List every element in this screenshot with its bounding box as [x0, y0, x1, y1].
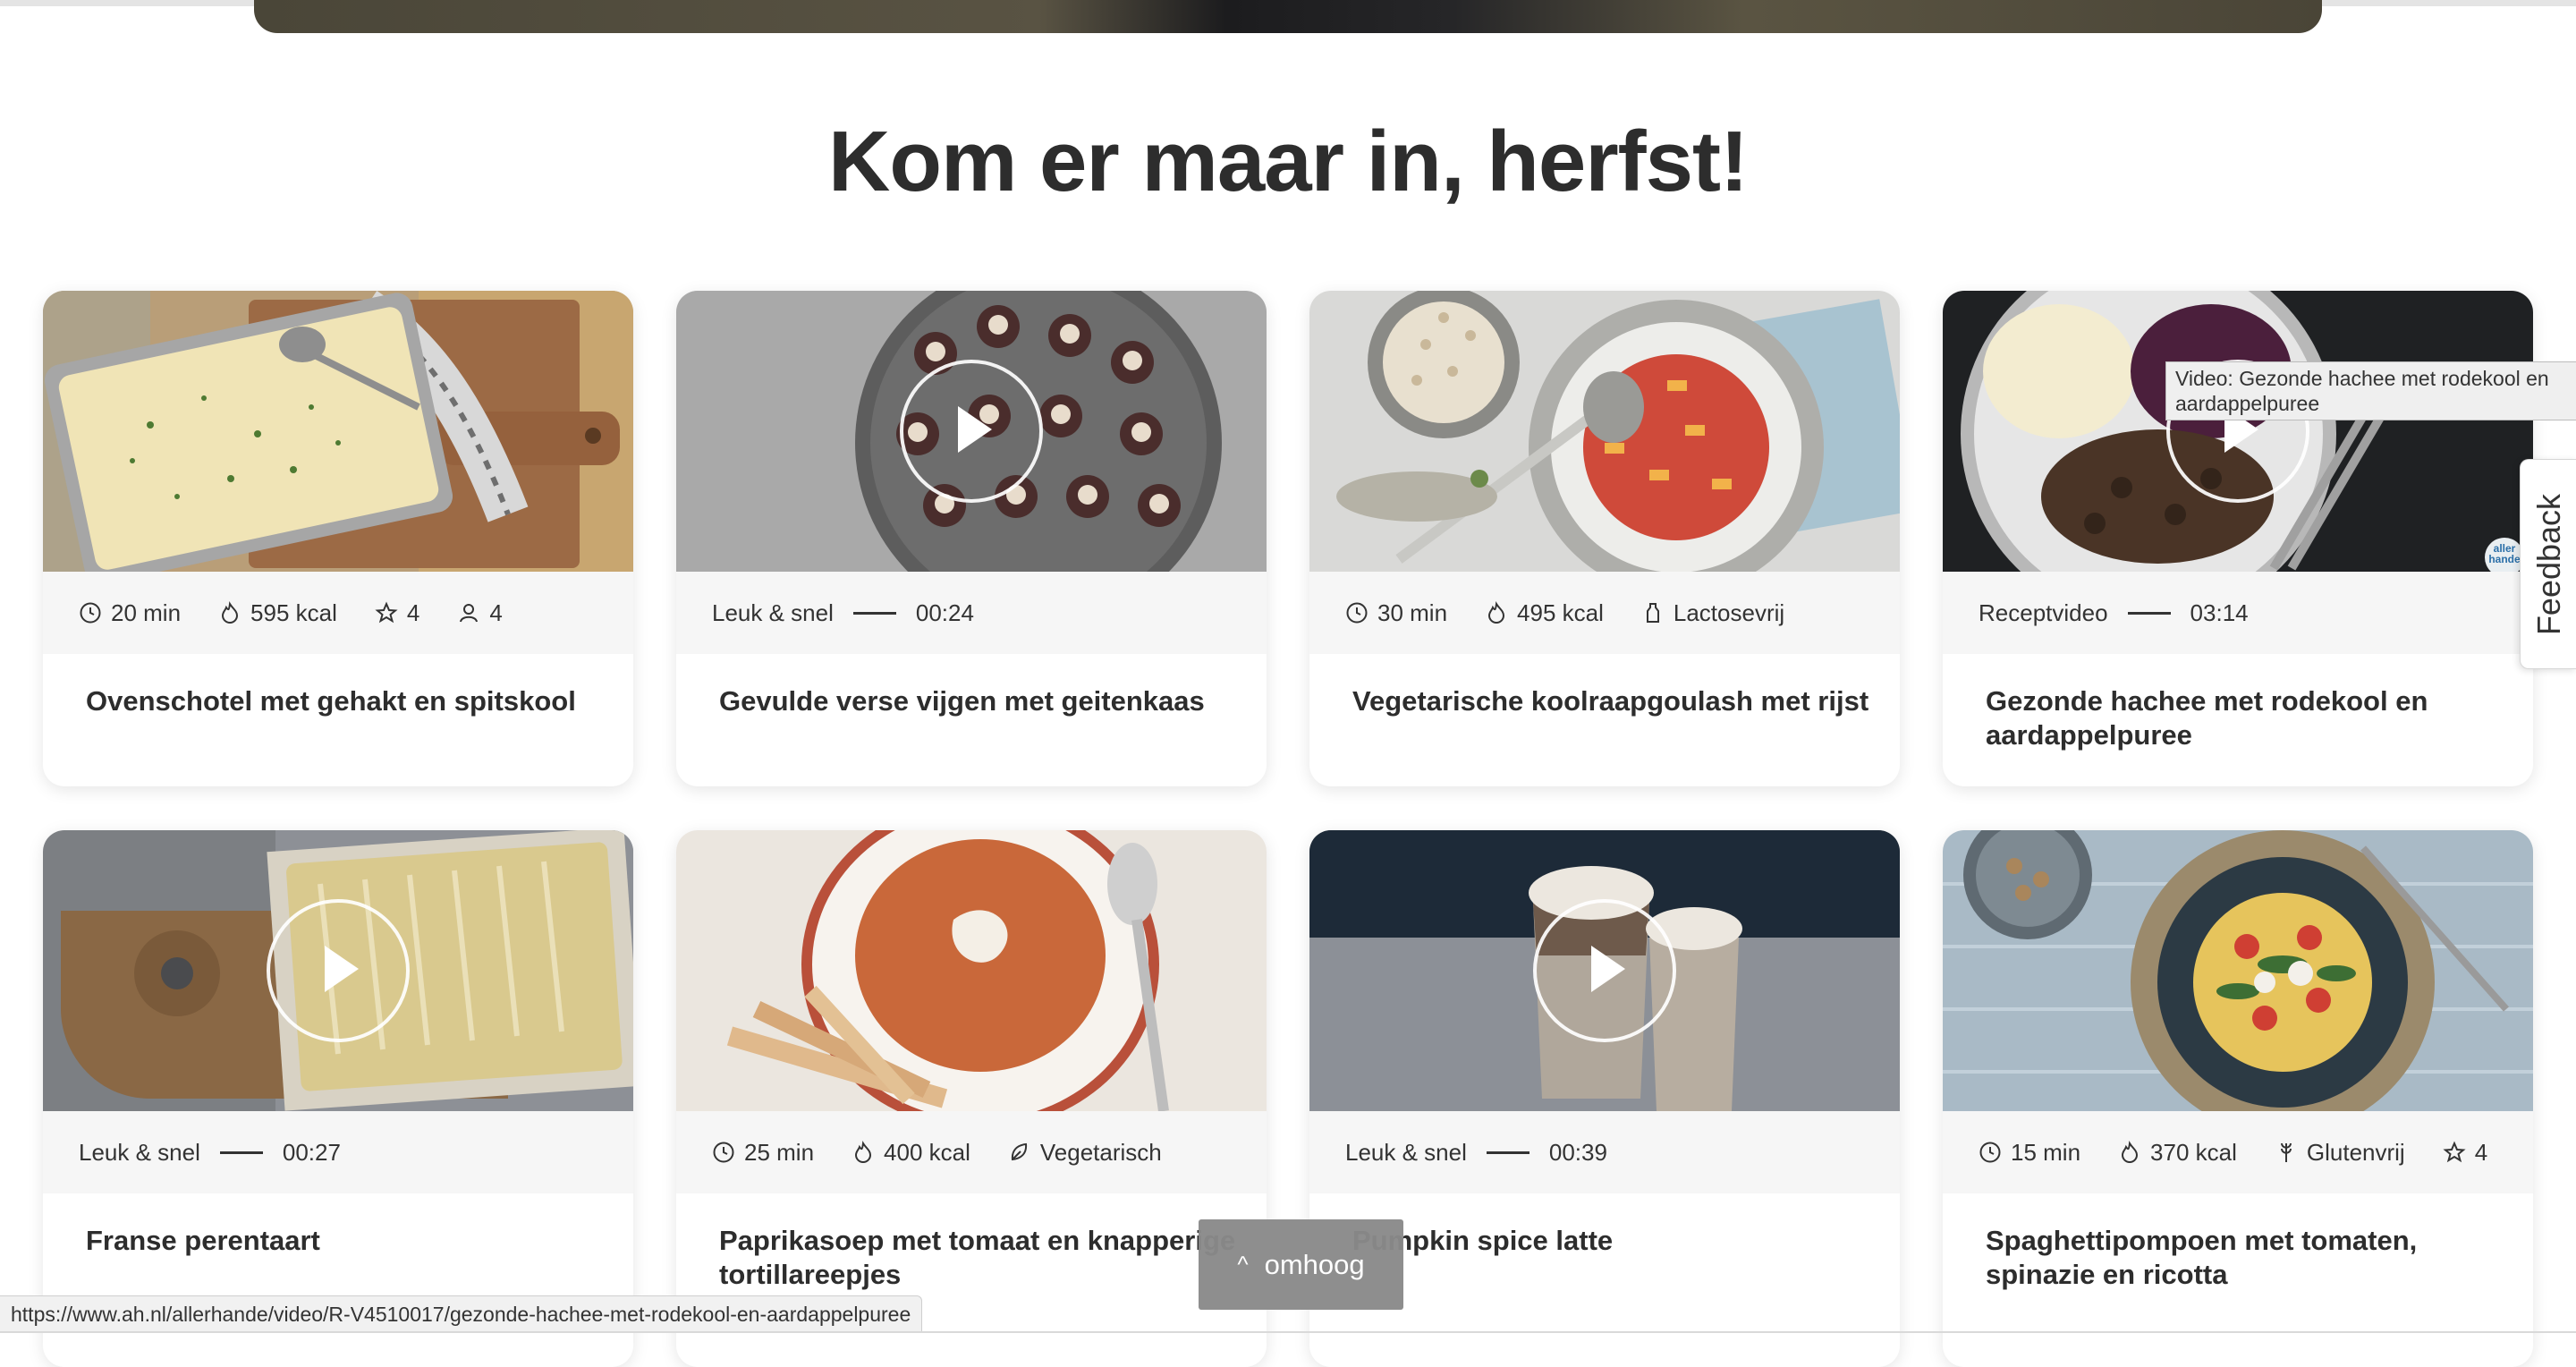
- recipe-card[interactable]: 25 min 400 kcal Vegetarisch Paprikasoep …: [676, 830, 1267, 1367]
- calories-icon: [855, 1141, 872, 1163]
- meta-diet: Glutenvrij: [2275, 1139, 2405, 1167]
- leaf-icon: [1011, 1142, 1027, 1161]
- meta-time: 15 min: [1979, 1139, 2080, 1167]
- clock-icon: [1346, 602, 1368, 624]
- recipe-title[interactable]: Gezonde hachee met rodekool en aardappel…: [1986, 684, 2504, 752]
- recipe-title[interactable]: Pumpkin spice latte: [1352, 1224, 1871, 1258]
- recipe-meta: 25 min 400 kcal Vegetarisch: [676, 1111, 1267, 1193]
- meta-rating: 4: [2443, 1139, 2487, 1167]
- recipe-title[interactable]: Paprikasoep met tomaat en knapperige tor…: [719, 1224, 1238, 1292]
- play-icon[interactable]: [1533, 899, 1676, 1042]
- video-category: Leuk & snel: [79, 1138, 200, 1166]
- recipe-image[interactable]: [676, 830, 1267, 1111]
- recipe-card[interactable]: 20 min 595 kcal 4 4 Ovenschotel met geha…: [43, 291, 633, 786]
- meta-diet: Vegetarisch: [1008, 1139, 1162, 1167]
- recipe-image[interactable]: [43, 830, 633, 1111]
- star-icon: [375, 601, 398, 624]
- video-meta: Leuk & snel 00:39: [1309, 1111, 1900, 1193]
- separator-line: [1486, 1150, 1530, 1154]
- video-duration: 00:24: [915, 599, 974, 626]
- bottle-icon: [1646, 603, 1659, 623]
- meta-calories: 595 kcal: [218, 599, 337, 627]
- recipe-image[interactable]: [1309, 830, 1900, 1111]
- separator-line: [2127, 611, 2171, 615]
- video-category: Receptvideo: [1979, 599, 2108, 626]
- recipe-card[interactable]: 15 min 370 kcal Glutenvrij 4 Spaghettipo…: [1943, 830, 2533, 1367]
- video-meta: Receptvideo 03:14: [1943, 572, 2533, 654]
- recipe-card[interactable]: Leuk & snel 00:27 Franse perentaart: [43, 830, 633, 1367]
- meta-rating: 4: [375, 599, 419, 627]
- video-meta: Leuk & snel 00:24: [676, 572, 1267, 654]
- meta-diet: Lactosevrij: [1641, 599, 1784, 627]
- clock-icon: [1979, 1142, 2001, 1163]
- status-bar-url: https://www.ah.nl/allerhande/video/R-V45…: [0, 1295, 923, 1333]
- section-headline: Kom er maar in, herfst!: [828, 114, 1749, 209]
- recipe-title[interactable]: Gevulde verse vijgen met geitenkaas: [719, 684, 1238, 718]
- video-category: Leuk & snel: [1345, 1138, 1467, 1166]
- recipe-image[interactable]: aller hande: [1943, 291, 2533, 572]
- recipe-card[interactable]: 30 min 495 kcal Lactosevrij Vegetarische…: [1309, 291, 1900, 786]
- play-icon[interactable]: [267, 899, 410, 1042]
- back-to-top-button[interactable]: ^ omhoog: [1199, 1219, 1403, 1310]
- separator-line: [219, 1150, 263, 1154]
- recipe-meta: 15 min 370 kcal Glutenvrij 4: [1943, 1111, 2533, 1193]
- meta-servings: 4: [457, 599, 503, 627]
- feedback-tab[interactable]: Feedback: [2520, 459, 2576, 669]
- clock-icon: [80, 602, 101, 624]
- video-duration: 03:14: [2190, 599, 2249, 626]
- recipe-title[interactable]: Spaghettipompoen met tomaten, spinazie e…: [1986, 1224, 2504, 1292]
- recipe-meta: 30 min 495 kcal Lactosevrij: [1309, 572, 1900, 654]
- recipe-image[interactable]: [1943, 830, 2533, 1111]
- calories-icon: [1488, 601, 1505, 624]
- hero-image-bottom[interactable]: [254, 0, 2322, 33]
- recipe-title[interactable]: Vegetarische koolraapgoulash met rijst: [1352, 684, 1871, 718]
- recipe-image[interactable]: [1309, 291, 1900, 572]
- video-meta: Leuk & snel 00:27: [43, 1111, 633, 1193]
- recipe-meta: 20 min 595 kcal 4 4: [43, 572, 633, 654]
- video-duration: 00:39: [1548, 1138, 1607, 1166]
- recipe-title[interactable]: Ovenschotel met gehakt en spitskool: [86, 684, 605, 718]
- clock-icon: [713, 1142, 734, 1163]
- calories-icon: [2122, 1141, 2139, 1163]
- meta-calories: 370 kcal: [2118, 1139, 2237, 1167]
- recipe-title[interactable]: Franse perentaart: [86, 1224, 605, 1258]
- video-category: Leuk & snel: [712, 599, 834, 626]
- meta-calories: 400 kcal: [852, 1139, 970, 1167]
- recipe-image[interactable]: [43, 291, 633, 572]
- video-duration: 00:27: [282, 1138, 341, 1166]
- separator-line: [852, 611, 896, 615]
- person-icon: [460, 604, 479, 623]
- calories-icon: [222, 601, 239, 624]
- feedback-label: Feedback: [2529, 493, 2567, 635]
- video-tooltip: Video: Gezonde hachee met rodekool en aa…: [2165, 361, 2576, 420]
- back-to-top-label: omhoog: [1264, 1248, 1365, 1280]
- recipe-card[interactable]: Leuk & snel 00:24 Gevulde verse vijgen m…: [676, 291, 1267, 786]
- meta-time: 20 min: [79, 599, 181, 627]
- meta-time: 30 min: [1345, 599, 1447, 627]
- recipe-image[interactable]: [676, 291, 1267, 572]
- star-icon: [2443, 1141, 2466, 1163]
- wheat-icon: [2280, 1142, 2292, 1162]
- allerhande-badge: aller hande: [2488, 542, 2521, 565]
- meta-time: 25 min: [712, 1139, 814, 1167]
- chevron-up-icon: ^: [1237, 1251, 1249, 1278]
- play-icon[interactable]: [900, 360, 1043, 503]
- meta-calories: 495 kcal: [1485, 599, 1604, 627]
